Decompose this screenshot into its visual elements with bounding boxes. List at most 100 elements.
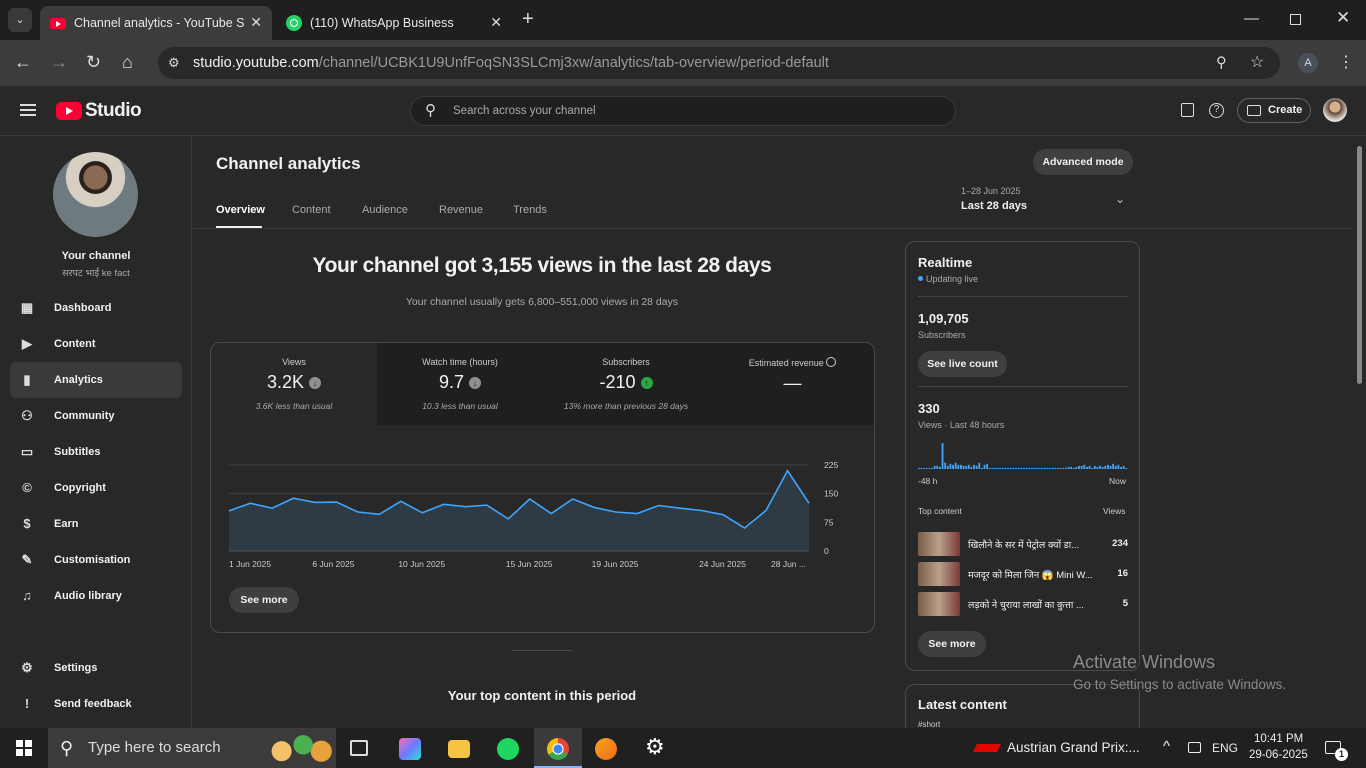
realtime-bar[interactable] [1091, 467, 1094, 469]
see-more-button[interactable]: See more [229, 587, 299, 613]
realtime-see-more-button[interactable]: See more [918, 631, 986, 657]
sidebar-item-content[interactable]: ▶ Content [10, 326, 182, 362]
realtime-bar[interactable] [1054, 467, 1057, 469]
realtime-bar[interactable] [1083, 464, 1086, 469]
realtime-bar[interactable] [960, 464, 962, 469]
realtime-bar[interactable] [1044, 467, 1046, 469]
profile-avatar[interactable]: A [1298, 53, 1318, 73]
data-point[interactable] [657, 504, 661, 508]
realtime-bar[interactable] [925, 467, 928, 469]
browser-tab-whatsapp[interactable]: (110) WhatsApp Business ✕ [276, 6, 512, 40]
data-point[interactable] [485, 503, 489, 507]
data-point[interactable] [399, 499, 403, 503]
camera-icon[interactable] [1188, 742, 1201, 753]
chrome-icon[interactable] [547, 738, 569, 760]
realtime-bar[interactable] [1122, 465, 1125, 469]
realtime-bar[interactable] [1120, 466, 1122, 469]
realtime-bar[interactable] [1033, 467, 1036, 469]
taskbar-search-input[interactable]: ⚲ Type here to search [48, 728, 336, 768]
address-bar[interactable]: ⚙ studio.youtube.com/channel/UCBK1U9UnfF… [158, 47, 1280, 79]
data-point[interactable] [356, 510, 360, 514]
chevron-up-icon[interactable]: ^ [1163, 738, 1170, 755]
realtime-bar[interactable] [1065, 467, 1067, 469]
realtime-bar[interactable] [941, 443, 944, 469]
data-point[interactable] [463, 505, 467, 509]
help-icon[interactable]: ? [1209, 103, 1224, 118]
realtime-bar[interactable] [954, 462, 957, 469]
realtime-bar[interactable] [1070, 466, 1073, 469]
sidebar-item-send-feedback[interactable]: ! Send feedback [10, 686, 182, 722]
realtime-bar[interactable] [1093, 465, 1096, 469]
data-point[interactable] [700, 508, 704, 512]
realtime-bar[interactable] [988, 467, 991, 469]
spotify-icon[interactable] [497, 738, 519, 760]
data-point[interactable] [270, 506, 274, 510]
browser-menu-icon[interactable]: ⋮ [1338, 52, 1354, 72]
file-explorer-icon[interactable] [448, 740, 470, 758]
realtime-bar[interactable] [1072, 467, 1075, 469]
advanced-mode-button[interactable]: Advanced mode [1033, 149, 1133, 175]
realtime-bar[interactable] [1028, 467, 1031, 469]
realtime-bar[interactable] [1002, 467, 1004, 469]
copilot-icon[interactable] [399, 738, 421, 760]
fl-studio-icon[interactable] [595, 738, 617, 760]
data-point[interactable] [528, 497, 532, 501]
realtime-bar[interactable] [933, 465, 936, 469]
data-point[interactable] [721, 513, 725, 517]
realtime-bar[interactable] [1125, 467, 1128, 469]
forward-icon[interactable]: → [50, 52, 68, 73]
sidebar-item-earn[interactable]: $ Earn [10, 506, 182, 542]
realtime-bar[interactable] [1007, 467, 1010, 469]
realtime-bar[interactable] [1004, 467, 1007, 469]
data-point[interactable] [786, 469, 790, 473]
language-indicator[interactable]: ENG [1212, 741, 1238, 755]
windows-start-icon[interactable] [16, 740, 32, 756]
realtime-bar[interactable] [1051, 467, 1054, 469]
realtime-bar[interactable] [1107, 464, 1109, 469]
site-info-icon[interactable]: ⚙ [168, 47, 180, 79]
studio-logo[interactable]: Studio [56, 100, 142, 121]
realtime-bar[interactable] [923, 467, 926, 469]
realtime-bar[interactable] [1030, 467, 1033, 469]
data-point[interactable] [614, 510, 618, 514]
restore-icon[interactable] [1290, 14, 1301, 25]
realtime-bar[interactable] [965, 465, 968, 469]
realtime-bar[interactable] [1015, 467, 1017, 469]
realtime-bar[interactable] [939, 466, 941, 469]
realtime-bar[interactable] [975, 465, 978, 469]
top-content-row[interactable]: मजदूर को मिला जिन 😱 Mini W... 16 [918, 562, 1128, 586]
realtime-bar[interactable] [918, 467, 920, 469]
tab-revenue[interactable]: Revenue [439, 204, 483, 216]
minimize-icon[interactable]: — [1244, 10, 1259, 27]
sidebar-item-copyright[interactable]: © Copyright [10, 470, 182, 506]
tab-overview[interactable]: Overview [216, 204, 265, 216]
realtime-bar[interactable] [1046, 467, 1049, 469]
realtime-bar[interactable] [1109, 465, 1112, 469]
sidebar-item-customisation[interactable]: ✎ Customisation [10, 542, 182, 578]
channel-avatar[interactable] [53, 152, 138, 237]
realtime-bar[interactable] [1088, 465, 1091, 469]
realtime-bar[interactable] [946, 465, 949, 469]
data-point[interactable] [248, 501, 252, 505]
realtime-bar[interactable] [981, 467, 983, 469]
realtime-bar[interactable] [978, 462, 981, 469]
home-icon[interactable]: ⌂ [122, 52, 133, 73]
sidebar-item-dashboard[interactable]: ▦ Dashboard [10, 290, 182, 326]
data-point[interactable] [377, 512, 381, 516]
realtime-bar[interactable] [1080, 465, 1083, 469]
stat-estimated-revenue[interactable]: Estimated revenue — [709, 343, 874, 425]
data-point[interactable] [807, 501, 811, 505]
data-point[interactable] [764, 508, 768, 512]
create-button[interactable]: Create [1237, 98, 1311, 123]
task-view-icon[interactable] [350, 740, 368, 756]
realtime-bar[interactable] [1020, 467, 1023, 469]
realtime-bar[interactable] [1117, 464, 1120, 469]
realtime-bar[interactable] [994, 467, 996, 469]
period-selector[interactable]: 1–28 Jun 2025 Last 28 days ⌄ [959, 186, 1139, 218]
data-point[interactable] [571, 497, 575, 501]
realtime-bar[interactable] [983, 464, 986, 469]
realtime-bar[interactable] [1101, 466, 1104, 469]
stat-watch-time[interactable]: Watch time (hours) 9.7 ↓ 10.3 less than … [377, 343, 543, 425]
data-point[interactable] [635, 512, 639, 516]
realtime-bar[interactable] [1096, 466, 1099, 469]
